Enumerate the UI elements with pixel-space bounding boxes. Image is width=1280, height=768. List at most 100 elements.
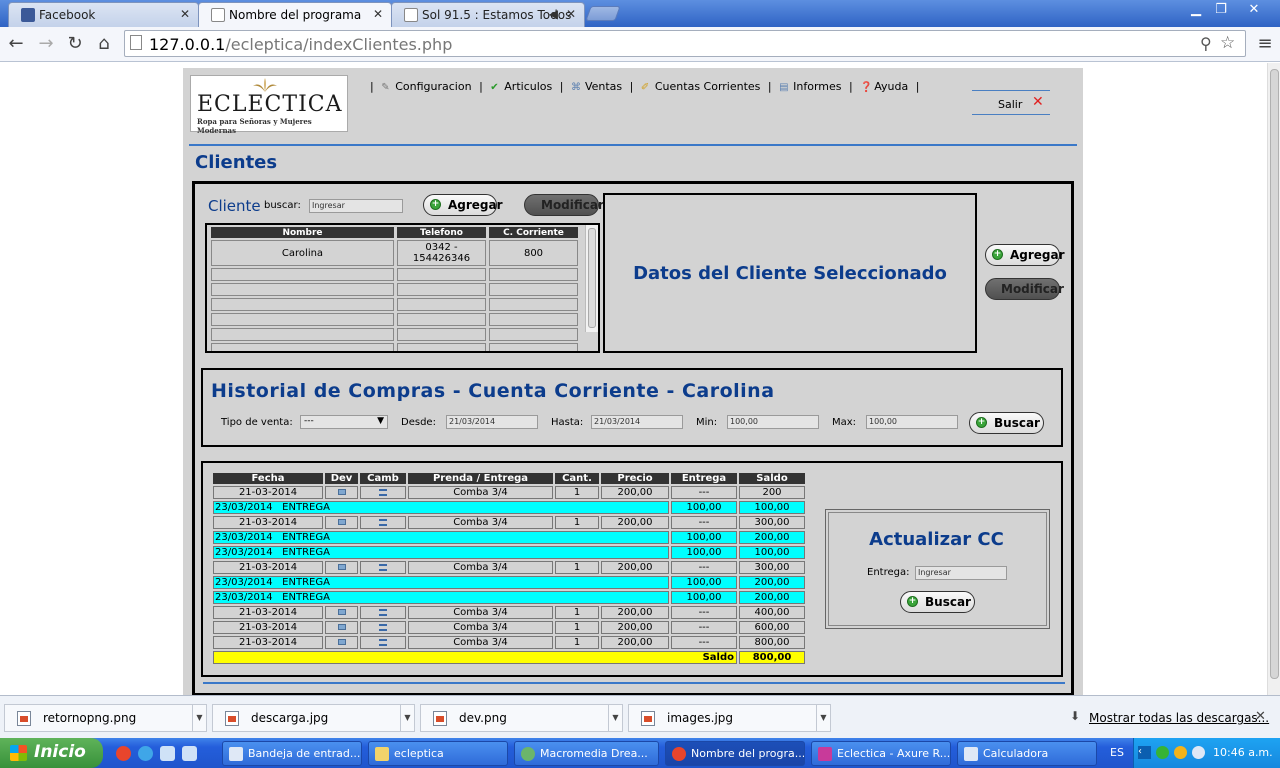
taskbar-item[interactable]: ecleptica xyxy=(368,741,508,766)
reload-icon[interactable]: ↻ xyxy=(64,33,86,54)
min-input[interactable]: 100,00 xyxy=(727,415,819,429)
download-item[interactable]: images.jpg ▼ xyxy=(628,704,831,732)
table-row[interactable] xyxy=(211,298,578,311)
new-tab-button[interactable] xyxy=(585,6,621,21)
language-indicator[interactable]: ES xyxy=(1110,746,1124,759)
scrollbar[interactable] xyxy=(585,225,598,332)
tab-facebook[interactable]: Facebook ✕ xyxy=(8,2,199,27)
chevron-down-icon[interactable]: ▼ xyxy=(192,705,206,731)
menu-item-informes[interactable]: ▤ Informes xyxy=(779,80,841,93)
download-item[interactable]: dev.png ▼ xyxy=(420,704,623,732)
close-icon[interactable]: ✕ xyxy=(566,7,576,21)
buscar-cliente-input[interactable]: Ingresar xyxy=(309,199,403,213)
start-button[interactable]: Inicio xyxy=(0,738,103,768)
download-item[interactable]: descarga.jpg ▼ xyxy=(212,704,415,732)
desde-input[interactable]: 21/03/2014 xyxy=(446,415,538,429)
taskbar-item[interactable]: Bandeja de entrad... xyxy=(222,741,362,766)
exchange-icon[interactable] xyxy=(379,623,387,631)
return-icon[interactable] xyxy=(337,624,346,630)
cell-camb[interactable] xyxy=(360,621,406,634)
taskbar-item[interactable]: Eclectica - Axure R... xyxy=(811,741,951,766)
exchange-icon[interactable] xyxy=(379,488,387,496)
cell-prenda: Comba 3/4 xyxy=(408,516,553,529)
agregar-datos-button[interactable]: + Agregar xyxy=(985,244,1065,266)
forward-icon[interactable]: → xyxy=(35,33,57,54)
cell-dev[interactable] xyxy=(325,621,358,634)
show-all-downloads-link[interactable]: Mostrar todas las descargas... xyxy=(1089,711,1269,725)
tray-app-icon[interactable] xyxy=(1174,746,1187,759)
scroll-thumb[interactable] xyxy=(588,228,596,328)
tray-app-icon[interactable] xyxy=(1156,746,1169,759)
chrome-icon[interactable] xyxy=(116,746,131,761)
salir-button[interactable]: Salir ✕ xyxy=(972,90,1050,115)
cell-dev[interactable] xyxy=(325,516,358,529)
buscar-historial-button[interactable]: + Buscar xyxy=(969,412,1044,434)
entrega-input[interactable]: Ingresar xyxy=(915,566,1007,580)
address-bar[interactable]: 127.0.0.1/ecleptica/indexClientes.php ⚲ … xyxy=(124,30,1246,57)
chevron-down-icon[interactable]: ▼ xyxy=(400,705,414,731)
cell-camb[interactable] xyxy=(360,636,406,649)
menu-item-cuentas-corrientes[interactable]: ✐ Cuentas Corrientes xyxy=(641,80,761,93)
agregar-cliente-button[interactable]: + Agregar xyxy=(423,194,503,216)
cell-dev[interactable] xyxy=(325,606,358,619)
cell-dev[interactable] xyxy=(325,486,358,499)
menu-item-ventas[interactable]: ⌘ Ventas xyxy=(571,80,622,93)
menu-item-ayuda[interactable]: ❓ Ayuda xyxy=(860,80,908,93)
exchange-icon[interactable] xyxy=(379,518,387,526)
network-icon[interactable] xyxy=(1192,746,1205,759)
menu-icon[interactable]: ≡ xyxy=(1254,33,1276,54)
close-icon[interactable]: ✕ xyxy=(180,7,190,21)
return-icon[interactable] xyxy=(337,609,346,615)
exchange-icon[interactable] xyxy=(379,638,387,646)
close-window-icon[interactable]: ✕ xyxy=(1241,2,1267,20)
tab-nombre-del-programa[interactable]: Nombre del programa ✕ xyxy=(198,2,392,28)
return-icon[interactable] xyxy=(337,564,346,570)
table-row[interactable] xyxy=(211,313,578,326)
tab-sol-915[interactable]: Sol 91.5 : Estamos Todos ◀ ✕ xyxy=(391,2,585,27)
return-icon[interactable] xyxy=(337,639,346,645)
menu-item-configuracion[interactable]: ✎ Configuracion xyxy=(381,80,471,93)
scroll-thumb[interactable] xyxy=(1270,69,1279,679)
cell-camb[interactable] xyxy=(360,561,406,574)
modificar-cliente-button[interactable]: Modificar xyxy=(524,194,604,216)
chevron-down-icon[interactable]: ▼ xyxy=(608,705,622,731)
table-row[interactable] xyxy=(211,328,578,341)
quicklaunch-icon[interactable] xyxy=(160,746,175,761)
buscar-actualizar-button[interactable]: + Buscar xyxy=(900,591,975,613)
minimize-icon[interactable]: ▁ xyxy=(1183,2,1209,20)
ie-icon[interactable] xyxy=(138,746,153,761)
cell-camb[interactable] xyxy=(360,486,406,499)
table-row[interactable] xyxy=(211,283,578,296)
table-row[interactable]: Carolina 0342 - 154426346 800 xyxy=(211,240,578,266)
page-scrollbar[interactable] xyxy=(1267,63,1280,695)
back-icon[interactable]: ← xyxy=(5,33,27,54)
table-row[interactable] xyxy=(211,268,578,281)
search-icon[interactable]: ⚲ xyxy=(1200,34,1212,53)
hasta-input[interactable]: 21/03/2014 xyxy=(591,415,683,429)
menu-item-articulos[interactable]: ✔ Articulos xyxy=(490,80,552,93)
close-icon[interactable]: ✕ xyxy=(1255,709,1266,724)
cell-dev[interactable] xyxy=(325,636,358,649)
tray-chevron-icon[interactable]: ‹ xyxy=(1138,746,1151,759)
exchange-icon[interactable] xyxy=(379,563,387,571)
download-item[interactable]: retornopng.png ▼ xyxy=(4,704,207,732)
cell-dev[interactable] xyxy=(325,561,358,574)
show-desktop-icon[interactable] xyxy=(182,746,197,761)
tipo-venta-select[interactable]: --- ▼ xyxy=(300,415,388,429)
cell-camb[interactable] xyxy=(360,606,406,619)
max-input[interactable]: 100,00 xyxy=(866,415,958,429)
return-icon[interactable] xyxy=(337,519,346,525)
restore-icon[interactable]: ❐ xyxy=(1208,2,1234,20)
table-row[interactable] xyxy=(211,343,578,351)
close-icon[interactable]: ✕ xyxy=(373,7,383,21)
modificar-datos-button[interactable]: Modificar xyxy=(985,278,1064,300)
exchange-icon[interactable] xyxy=(379,608,387,616)
star-icon[interactable]: ☆ xyxy=(1220,33,1235,53)
taskbar-item[interactable]: Nombre del progra... xyxy=(665,741,805,766)
taskbar-item[interactable]: Calculadora xyxy=(957,741,1097,766)
home-icon[interactable]: ⌂ xyxy=(93,33,115,54)
taskbar-item[interactable]: Macromedia Drea... xyxy=(514,741,659,766)
return-icon[interactable] xyxy=(337,489,346,495)
cell-camb[interactable] xyxy=(360,516,406,529)
chevron-down-icon[interactable]: ▼ xyxy=(816,705,830,731)
